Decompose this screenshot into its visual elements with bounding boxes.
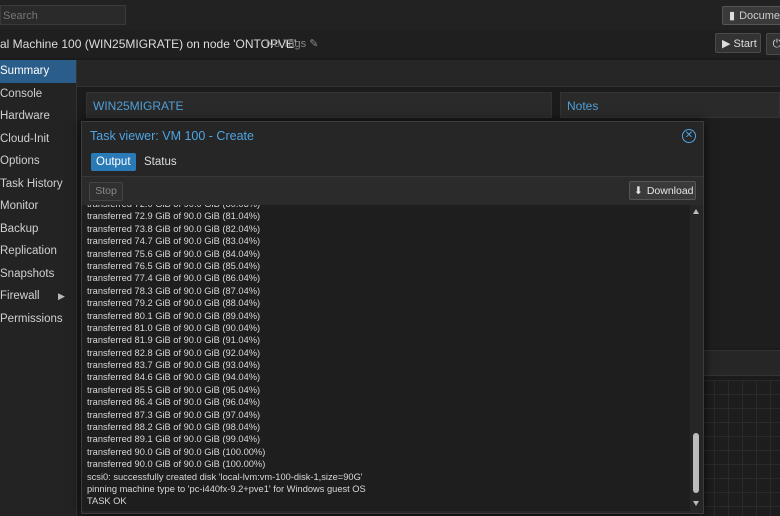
log-line: transferred 88.2 GiB of 90.0 GiB (98.04%… bbox=[87, 422, 261, 433]
download-label: Download bbox=[646, 185, 694, 197]
tab-output[interactable]: Output bbox=[91, 153, 136, 171]
sidebar-item-cloud-init[interactable]: Cloud-Init bbox=[0, 128, 76, 151]
log-line: transferred 90.0 GiB of 90.0 GiB (100.00… bbox=[87, 459, 266, 470]
close-icon[interactable]: ✕ bbox=[682, 129, 696, 143]
sidebar-item-label: Summary bbox=[0, 65, 50, 77]
log-lines: transferred 72.0 GiB of 90.0 GiB (80.03%… bbox=[87, 205, 687, 508]
dialog-title: Task viewer: VM 100 - Create bbox=[90, 129, 254, 143]
documentation-label: Documentation bbox=[739, 10, 780, 22]
scroll-thumb[interactable] bbox=[693, 433, 699, 493]
sidebar-item-label: Snapshots bbox=[0, 267, 55, 280]
sidebar-item-monitor[interactable]: Monitor bbox=[0, 195, 76, 218]
play-icon: ▶ bbox=[722, 38, 731, 50]
download-icon: ⬇ bbox=[634, 185, 643, 197]
sidebar-item-label: Options bbox=[0, 155, 40, 167]
tags-edit[interactable]: No Tags ✎ bbox=[266, 37, 318, 50]
notes-panel-body bbox=[700, 118, 780, 348]
log-line: transferred 83.7 GiB of 90.0 GiB (93.04%… bbox=[87, 360, 261, 371]
notes-panel-title: Notes bbox=[567, 99, 599, 113]
log-line: transferred 85.5 GiB of 90.0 GiB (95.04%… bbox=[87, 384, 261, 395]
log-line: scsi0: successfully created disk 'local-… bbox=[87, 471, 363, 482]
log-line: transferred 87.3 GiB of 90.0 GiB (97.04%… bbox=[87, 409, 261, 420]
tags-label: No Tags bbox=[266, 38, 307, 50]
log-line: transferred 75.6 GiB of 90.0 GiB (84.04%… bbox=[87, 248, 261, 259]
log-scrollbar[interactable] bbox=[690, 205, 703, 511]
log-line: transferred 72.9 GiB of 90.0 GiB (81.04%… bbox=[87, 211, 261, 222]
log-line: pinning machine type to 'pc-i440fx-9.2+p… bbox=[87, 483, 366, 494]
sidebar-item-backup[interactable]: Backup bbox=[0, 218, 76, 241]
log-line: transferred 86.4 GiB of 90.0 GiB (96.04%… bbox=[87, 397, 261, 408]
sidebar-item-hardware[interactable]: Hardware bbox=[0, 105, 76, 128]
task-log-output: transferred 72.0 GiB of 90.0 GiB (80.03%… bbox=[82, 205, 690, 511]
log-line: transferred 77.4 GiB of 90.0 GiB (86.04%… bbox=[87, 273, 261, 284]
sidebar-item-console[interactable]: Console bbox=[0, 83, 76, 106]
graph-area bbox=[700, 380, 780, 516]
log-line: transferred 73.8 GiB of 90.0 GiB (82.04%… bbox=[87, 223, 261, 234]
start-label: Start bbox=[733, 38, 757, 50]
sidebar-item-task-history[interactable]: Task History bbox=[0, 173, 76, 196]
vm-sidebar: Summary Console Hardware Cloud-Init Opti… bbox=[0, 60, 77, 516]
graph-panel-header bbox=[700, 350, 780, 376]
status-panel-title: WIN25MIGRATE bbox=[93, 99, 184, 113]
log-line: transferred 74.7 GiB of 90.0 GiB (83.04%… bbox=[87, 236, 261, 247]
search-input[interactable]: Search bbox=[0, 5, 126, 25]
log-line: transferred 84.6 GiB of 90.0 GiB (94.04%… bbox=[87, 372, 261, 383]
sidebar-item-permissions[interactable]: Permissions bbox=[0, 308, 76, 331]
log-line: transferred 80.1 GiB of 90.0 GiB (89.04%… bbox=[87, 310, 261, 321]
stop-button[interactable]: Stop bbox=[89, 182, 123, 201]
log-line: transferred 81.0 GiB of 90.0 GiB (90.04%… bbox=[87, 322, 261, 333]
top-bar: Search ▮Documentation bbox=[0, 0, 780, 31]
book-icon: ▮ bbox=[729, 10, 736, 22]
pencil-icon: ✎ bbox=[309, 38, 319, 50]
sidebar-item-label: Firewall bbox=[0, 290, 40, 302]
log-line: transferred 89.1 GiB of 90.0 GiB (99.04%… bbox=[87, 434, 261, 445]
download-button[interactable]: ⬇ Download bbox=[629, 181, 696, 200]
log-line: transferred 76.5 GiB of 90.0 GiB (85.04%… bbox=[87, 260, 261, 271]
sidebar-item-summary[interactable]: Summary bbox=[0, 60, 76, 83]
log-line: transferred 79.2 GiB of 90.0 GiB (88.04%… bbox=[87, 298, 261, 309]
dialog-toolbar: Stop ⬇ Download bbox=[82, 176, 703, 206]
power-icon: ⏻ bbox=[772, 38, 780, 50]
log-line: transferred 90.0 GiB of 90.0 GiB (100.00… bbox=[87, 446, 266, 457]
notes-panel-header: Notes bbox=[560, 92, 780, 118]
sidebar-item-label: Cloud-Init bbox=[0, 132, 50, 145]
sidebar-item-options[interactable]: Options bbox=[0, 150, 76, 173]
status-panel-header: WIN25MIGRATE bbox=[86, 92, 552, 118]
log-line: transferred 78.3 GiB of 90.0 GiB (87.04%… bbox=[87, 285, 261, 296]
sidebar-item-label: Task History bbox=[0, 177, 63, 190]
sidebar-item-replication[interactable]: Replication bbox=[0, 240, 76, 263]
task-viewer-dialog: Task viewer: VM 100 - Create ✕ Output St… bbox=[81, 121, 704, 514]
documentation-button[interactable]: ▮Documentation bbox=[722, 6, 780, 25]
log-line: transferred 81.9 GiB of 90.0 GiB (91.04%… bbox=[87, 335, 261, 346]
scroll-up-icon[interactable] bbox=[693, 209, 699, 214]
sidebar-item-label: Permissions bbox=[0, 312, 63, 325]
scroll-down-icon[interactable] bbox=[693, 501, 699, 506]
start-button[interactable]: ▶ Start bbox=[715, 33, 761, 53]
chevron-right-icon: ▶ bbox=[58, 291, 65, 301]
sidebar-item-label: Replication bbox=[0, 245, 57, 257]
sidebar-item-label: Backup bbox=[0, 222, 39, 235]
power-button[interactable]: ⏻ bbox=[766, 33, 780, 55]
sidebar-item-label: Hardware bbox=[0, 110, 50, 122]
log-line: TASK OK bbox=[87, 496, 127, 507]
tab-status[interactable]: Status bbox=[139, 153, 182, 171]
main-toolbar bbox=[77, 60, 780, 87]
sidebar-item-label: Console bbox=[0, 87, 43, 100]
sidebar-item-snapshots[interactable]: Snapshots bbox=[0, 263, 76, 286]
vm-title: al Machine 100 (WIN25MIGRATE) on node 'O… bbox=[0, 37, 297, 51]
sidebar-item-label: Monitor bbox=[0, 200, 39, 212]
log-line: transferred 82.8 GiB of 90.0 GiB (92.04%… bbox=[87, 347, 261, 358]
sidebar-item-firewall[interactable]: Firewall ▶ bbox=[0, 285, 76, 308]
